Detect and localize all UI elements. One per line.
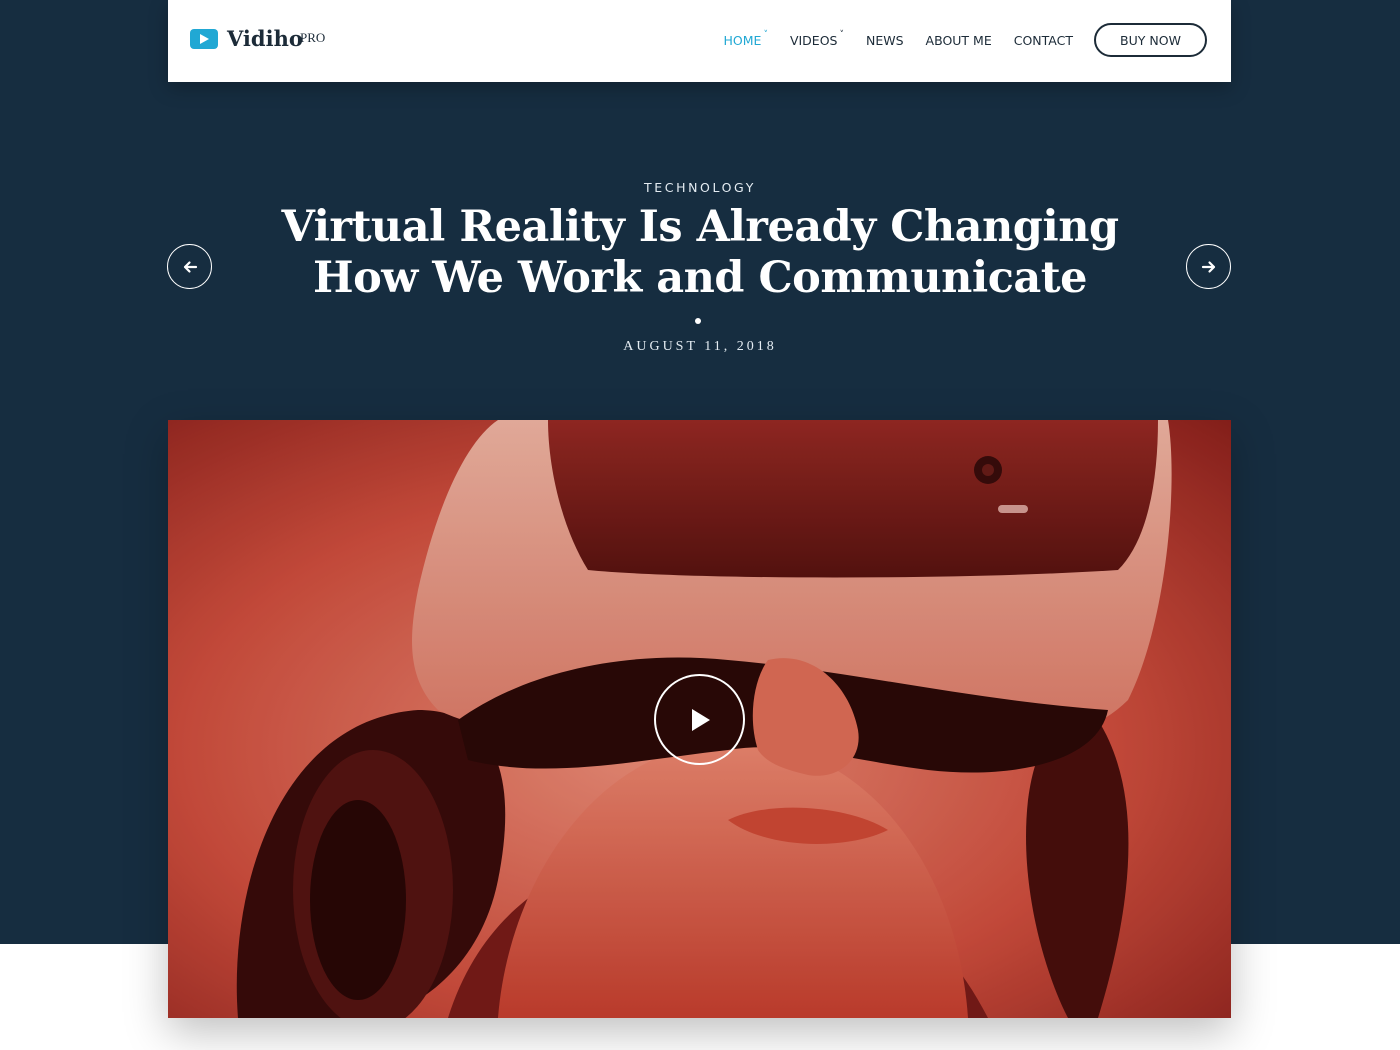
nav-item-news[interactable]: NEWS	[866, 33, 904, 48]
previous-slide-button[interactable]	[167, 244, 212, 289]
nav-item-videos[interactable]: VIDEOS ˅	[789, 29, 844, 48]
play-button[interactable]	[654, 674, 745, 765]
buy-now-button[interactable]: BUY NOW	[1094, 23, 1207, 57]
arrow-right-icon	[1201, 260, 1215, 273]
play-icon	[190, 28, 218, 49]
nav-item-label: VIDEOS	[789, 32, 838, 48]
nav-item-label: NEWS	[865, 32, 904, 48]
nav-item-label: ABOUT ME	[925, 32, 992, 48]
site-header: Vidiho PRO HOME ˅ VIDEOS ˅ NEWS ABOUT ME…	[168, 0, 1231, 82]
play-icon	[691, 708, 710, 731]
post-date: AUGUST 11, 2018	[623, 339, 777, 354]
post-category[interactable]: TECHNOLOGY	[0, 180, 1400, 195]
chevron-down-icon: ˅	[763, 29, 768, 40]
nav-item-label: CONTACT	[1013, 32, 1073, 48]
next-slide-button[interactable]	[1186, 244, 1231, 289]
brand-badge: PRO	[300, 30, 326, 45]
arrow-left-icon	[183, 260, 197, 273]
nav-item-label: HOME	[723, 32, 762, 48]
post-title[interactable]: Virtual Reality Is Already Changing How …	[230, 202, 1170, 304]
brand-name: Vidiho	[227, 26, 303, 51]
nav-item-contact[interactable]: CONTACT	[1014, 33, 1073, 48]
nav-item-home[interactable]: HOME ˅	[723, 29, 768, 48]
chevron-down-icon: ˅	[839, 29, 844, 40]
main-nav: HOME ˅ VIDEOS ˅ NEWS ABOUT ME CONTACT BU…	[702, 23, 1207, 57]
nav-item-about-me[interactable]: ABOUT ME	[926, 33, 992, 48]
featured-video[interactable]	[168, 420, 1231, 1018]
separator-dot	[695, 318, 701, 324]
site-logo[interactable]: Vidiho PRO	[190, 26, 325, 51]
